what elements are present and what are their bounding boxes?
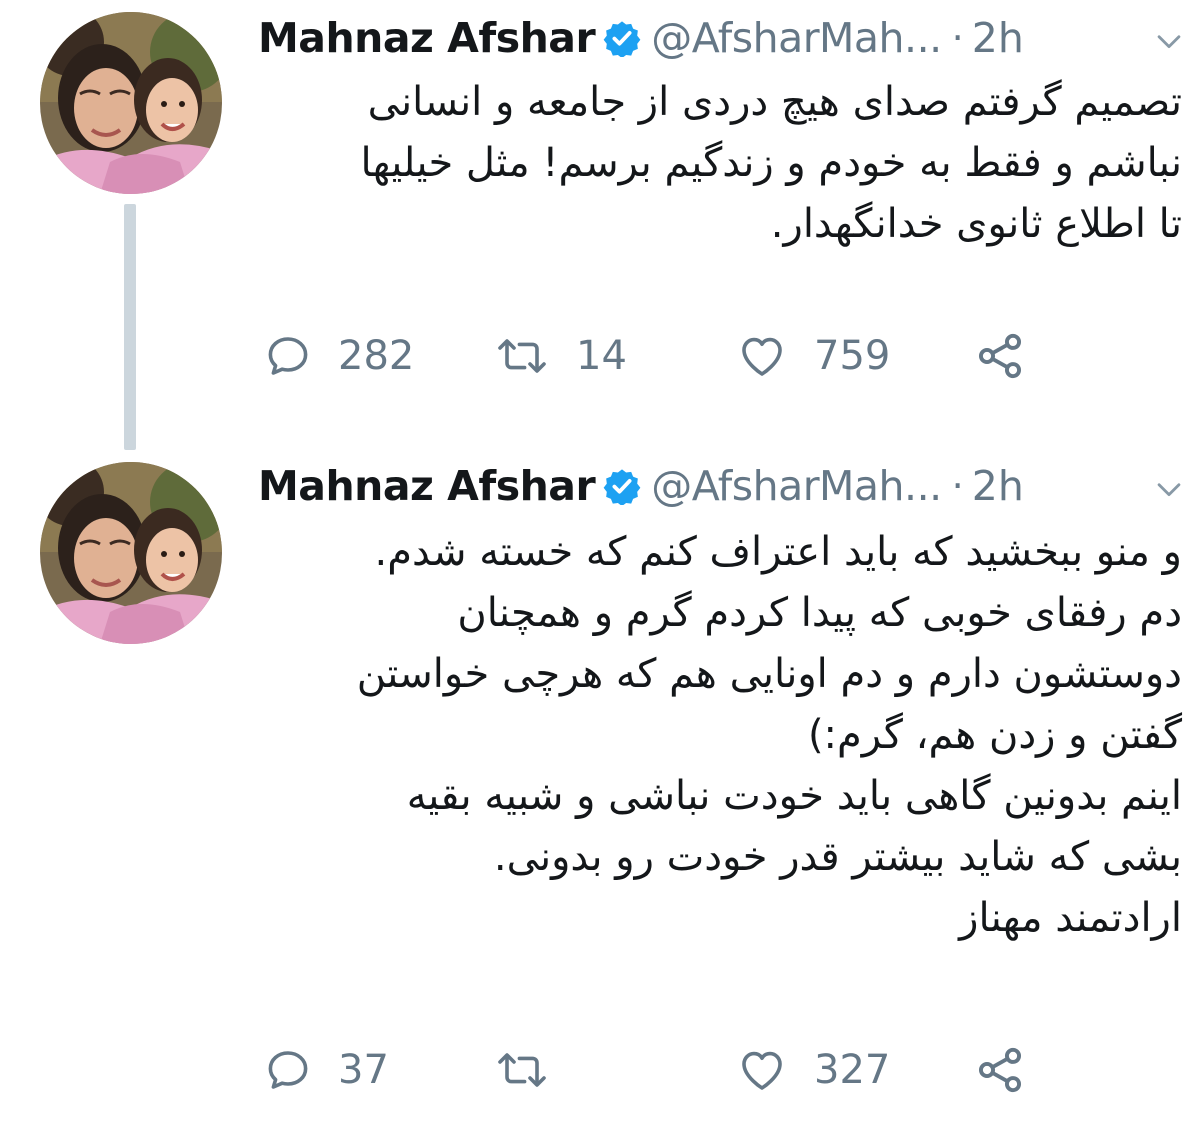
header-separator: · xyxy=(951,16,964,60)
tweet-text-line: تا اطلاع ثانوی خدانگهدار. xyxy=(770,201,1182,247)
avatar[interactable] xyxy=(40,12,222,194)
tweet-header: Mahnaz Afshar @AfsharMah... · 2h xyxy=(258,6,1180,70)
tweet-actions: 282 14 759 xyxy=(258,326,1058,386)
tweet[interactable]: Mahnaz Afshar @AfsharMah... · 2h و منو ب… xyxy=(0,440,1200,1140)
tweet-text-line: تصمیم گرفتم صدای هیچ دردی از جامعه و انس… xyxy=(367,79,1182,125)
reply-count: 282 xyxy=(338,333,415,379)
tweet-text-line: دوستشون دارم و دم اونایی هم که هرچی خواس… xyxy=(356,651,1182,697)
header-separator: · xyxy=(951,464,964,508)
heart-icon xyxy=(742,337,782,376)
tweet-text-line: دم رفقای خوبی که پیدا کردم گرم و همچنان xyxy=(457,590,1182,636)
share-icon xyxy=(978,1047,1022,1093)
retweet-button[interactable]: 14 xyxy=(494,326,627,386)
verified-badge-icon xyxy=(603,469,641,505)
reply-icon xyxy=(268,1051,308,1089)
reply-count: 37 xyxy=(338,1047,389,1093)
reply-button[interactable]: 282 xyxy=(264,326,414,386)
tweet-text-line: و منو ببخشید که باید اعتراف کنم که خسته … xyxy=(374,529,1182,575)
heart-icon xyxy=(742,1051,782,1090)
author-name[interactable]: Mahnaz Afshar xyxy=(258,14,596,62)
tweet-actions: 37 327 xyxy=(258,1040,1058,1100)
share-button[interactable] xyxy=(974,1040,1026,1100)
reply-icon xyxy=(268,337,308,375)
author-handle[interactable]: @AfsharMah... xyxy=(651,462,942,510)
retweet-icon xyxy=(498,339,546,373)
tweet-text-line: ارادتمند مهناز xyxy=(959,895,1182,941)
chevron-down-icon[interactable] xyxy=(1152,24,1186,58)
retweet-button[interactable] xyxy=(494,1040,576,1100)
tweet-timestamp[interactable]: 2h xyxy=(972,14,1024,62)
author-handle[interactable]: @AfsharMah... xyxy=(651,14,942,62)
reply-button[interactable]: 37 xyxy=(264,1040,389,1100)
retweet-count: 14 xyxy=(576,333,627,379)
tweet-text-line: اینم بدونین گاهی باید خودت نباشی و شبیه … xyxy=(406,773,1182,819)
tweet-header: Mahnaz Afshar @AfsharMah... · 2h xyxy=(258,454,1180,518)
like-count: 759 xyxy=(814,333,891,379)
like-button[interactable]: 327 xyxy=(736,1040,890,1100)
tweet-text: و منو ببخشید که باید اعتراف کنم که خسته … xyxy=(258,522,1182,949)
share-button[interactable] xyxy=(974,326,1026,386)
chevron-down-icon[interactable] xyxy=(1152,472,1186,506)
retweet-icon xyxy=(498,1053,546,1087)
tweet-timestamp[interactable]: 2h xyxy=(972,462,1024,510)
tweet-text: تصمیم گرفتم صدای هیچ دردی از جامعه و انس… xyxy=(258,72,1182,255)
like-button[interactable]: 759 xyxy=(736,326,890,386)
verified-badge-icon xyxy=(603,21,641,57)
tweet[interactable]: Mahnaz Afshar @AfsharMah... · 2h تصمیم گ… xyxy=(0,0,1200,430)
avatar[interactable] xyxy=(40,462,222,644)
share-icon xyxy=(978,333,1022,379)
author-name[interactable]: Mahnaz Afshar xyxy=(258,462,596,510)
tweet-text-line: گفتن و زدن هم، گرم:) xyxy=(807,712,1182,758)
like-count: 327 xyxy=(814,1047,891,1093)
tweet-text-line: نباشم و فقط به خودم و زندگیم برسم! مثل خ… xyxy=(360,140,1182,186)
tweet-text-line: بشی که شاید بیشتر قدر خودت رو بدونی. xyxy=(493,834,1182,880)
